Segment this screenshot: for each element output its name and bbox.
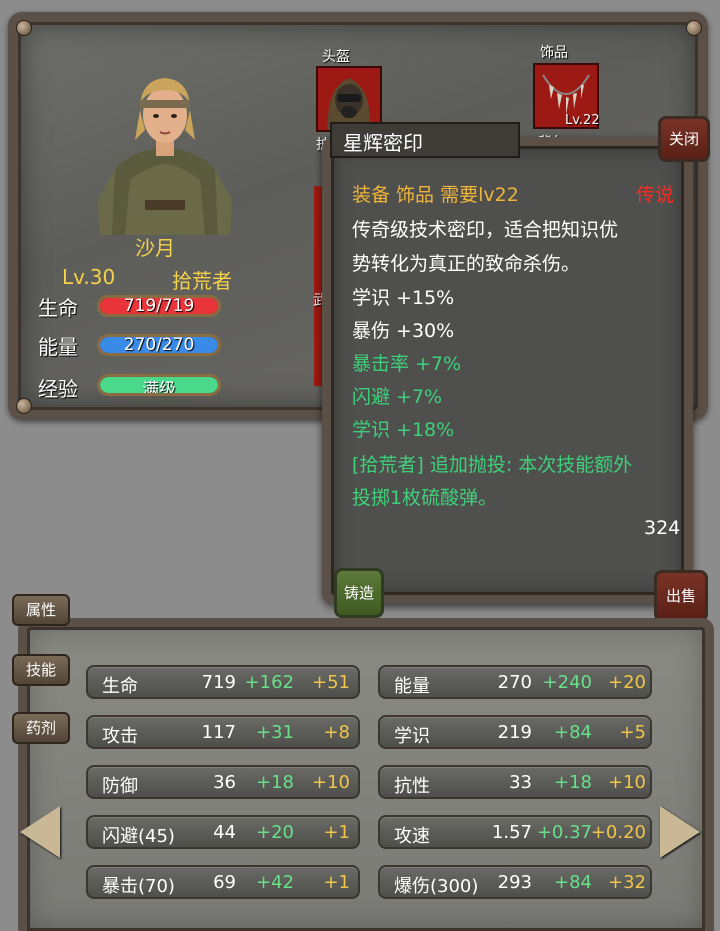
sell-button[interactable]: 出售: [654, 570, 708, 622]
stat-row: 爆伤(300) 293 +84 +32: [378, 865, 652, 899]
stat-name: 能量: [394, 676, 430, 697]
item-stat: 暴击率 +7%: [352, 353, 462, 375]
stat-base: 117: [201, 722, 236, 743]
stat-base: 1.57: [491, 822, 532, 843]
stat-name: 防御: [102, 776, 138, 797]
item-stat: 暴伤 +30%: [352, 320, 455, 342]
prev-page-arrow-icon[interactable]: [20, 806, 60, 858]
stat-bonus2: +10: [608, 772, 646, 793]
stat-row: 学识 219 +84 +5: [378, 715, 652, 749]
stat-name: 爆伤(300): [394, 876, 479, 897]
stat-bonus2: +10: [312, 772, 350, 793]
stat-bonus1: +84: [554, 872, 592, 893]
stat-bonus1: +162: [244, 672, 294, 693]
exp-value: 满级: [142, 380, 176, 396]
stat-row: 能量 270 +240 +20: [378, 665, 652, 699]
stat-bonus1: +18: [554, 772, 592, 793]
forge-button[interactable]: 铸造: [334, 568, 384, 618]
tab-skills[interactable]: 技能: [12, 654, 70, 686]
stat-name: 攻击: [102, 726, 138, 747]
stat-name: 生命: [102, 676, 138, 697]
exp-label: 经验: [38, 377, 78, 401]
stat-row: 暴击(70) 69 +42 +1: [86, 865, 360, 899]
energy-label: 能量: [38, 335, 78, 359]
close-button[interactable]: 关闭: [658, 116, 710, 162]
gas-mask-helmet-icon: [327, 78, 371, 130]
stat-base: 44: [213, 822, 236, 843]
character-name: 沙月: [135, 236, 175, 260]
panel-bolt: [16, 20, 32, 36]
item-description: 势转化为真正的致命杀伤。: [352, 253, 581, 275]
stat-bonus2: +1: [323, 872, 350, 893]
character-class: 拾荒者: [172, 269, 232, 293]
stat-row: 生命 719 +162 +51: [86, 665, 360, 699]
item-title: 星辉密印: [343, 131, 423, 155]
stat-row: 攻速 1.57 +0.37 +0.20: [378, 815, 652, 849]
stat-row: 防御 36 +18 +10: [86, 765, 360, 799]
stat-base: 719: [201, 672, 236, 693]
hp-value: 719/719: [123, 296, 195, 316]
stat-name: 闪避(45): [102, 826, 175, 847]
tab-attributes[interactable]: 属性: [12, 594, 70, 626]
stat-bonus1: +31: [256, 722, 294, 743]
stat-base: 33: [509, 772, 532, 793]
stat-bonus2: +5: [619, 722, 646, 743]
helmet-slot-label: 头盔: [322, 49, 350, 65]
next-page-arrow-icon[interactable]: [660, 806, 700, 858]
stat-base: 219: [497, 722, 532, 743]
stat-bonus1: +42: [256, 872, 294, 893]
item-stat: 学识 +18%: [352, 419, 455, 441]
item-stat: 闪避 +7%: [352, 386, 443, 408]
accessory-slot-label: 饰品: [540, 45, 568, 61]
energy-bar: 270/270: [97, 334, 221, 356]
panel-bolt: [16, 398, 32, 414]
accessory-level: Lv.22: [565, 113, 600, 128]
item-description: 传奇级技术密印，适合把知识优: [352, 219, 619, 241]
stat-bonus2: +1: [323, 822, 350, 843]
exp-bar: 满级: [97, 374, 221, 396]
stat-base: 36: [213, 772, 236, 793]
stat-bonus1: +20: [256, 822, 294, 843]
stat-bonus1: +0.37: [536, 822, 592, 843]
stat-name: 学识: [394, 726, 430, 747]
stat-bonus1: +18: [256, 772, 294, 793]
item-rarity: 传说: [636, 184, 675, 206]
stat-row: 攻击 117 +31 +8: [86, 715, 360, 749]
item-special-effect: 投掷1枚硫酸弹。: [352, 487, 498, 509]
energy-value: 270/270: [123, 335, 195, 355]
stat-bonus1: +84: [554, 722, 592, 743]
stat-name: 抗性: [394, 776, 430, 797]
item-type-line: 装备 饰品 需要lv22: [352, 184, 519, 206]
stat-row: 闪避(45) 44 +20 +1: [86, 815, 360, 849]
character-portrait: [98, 78, 232, 235]
tab-potions[interactable]: 药剂: [12, 712, 70, 744]
stat-base: 270: [497, 672, 532, 693]
stat-bonus1: +240: [542, 672, 592, 693]
stat-name: 暴击(70): [102, 876, 175, 897]
stat-bonus2: +32: [608, 872, 646, 893]
stat-bonus2: +51: [312, 672, 350, 693]
character-level: Lv.30: [62, 265, 116, 289]
stat-row: 抗性 33 +18 +10: [378, 765, 652, 799]
item-price: 324: [644, 517, 681, 539]
stat-base: 69: [213, 872, 236, 893]
stat-name: 攻速: [394, 826, 430, 847]
hp-label: 生命: [38, 296, 78, 320]
hp-bar: 719/719: [97, 295, 221, 317]
item-stat: 学识 +15%: [352, 287, 455, 309]
stat-bonus2: +20: [608, 672, 646, 693]
stat-base: 293: [497, 872, 532, 893]
stat-bonus2: +0.20: [590, 822, 646, 843]
stat-bonus2: +8: [323, 722, 350, 743]
panel-bolt: [686, 20, 702, 36]
item-special-effect: [拾荒者] 追加抛投: 本次技能额外: [352, 454, 633, 476]
